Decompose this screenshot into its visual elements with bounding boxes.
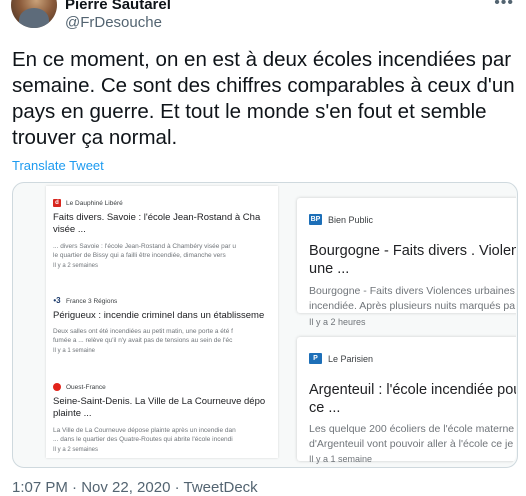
news-time: Il y a 1 semaine	[309, 454, 373, 464]
news-source: •3 France 3 Régions	[53, 297, 117, 305]
news-list-left: d Le Dauphiné Libéré Faits divers. Savoi…	[46, 186, 278, 458]
bien-public-icon: BP	[309, 214, 322, 225]
news-time: Il y a 1 semaine	[53, 348, 96, 354]
author-name[interactable]: Pierre Sautarel	[65, 0, 171, 13]
news-desc: ... divers Savoie : l'école Jean-Rostand…	[53, 243, 236, 250]
news-source: BP Bien Public	[309, 214, 373, 225]
le-parisien-icon: P	[309, 353, 322, 364]
news-card[interactable]: d Le Dauphiné Libéré Faits divers. Savoi…	[46, 186, 278, 276]
news-title[interactable]: Bourgogne - Faits divers . Violenc	[309, 242, 516, 260]
news-source-label: Ouest-France	[66, 383, 106, 391]
news-source: d Le Dauphiné Libéré	[53, 199, 123, 207]
news-desc-cont: ... dans le quartier des Quatre-Routes q…	[53, 436, 233, 443]
news-card-large[interactable]: P Le Parisien Argenteuil : l'école incen…	[297, 337, 516, 464]
news-time: Il y a 2 semaines	[53, 447, 99, 453]
news-desc-cont: fumée a ... relève qu'il n'y avait pas d…	[53, 337, 233, 344]
news-source-label: Le Dauphiné Libéré	[66, 199, 123, 207]
translate-tweet-link[interactable]: Translate Tweet	[12, 158, 104, 173]
ouest-france-icon	[53, 383, 61, 391]
dauphine-icon: d	[53, 199, 61, 207]
news-title-cont[interactable]: visée ...	[53, 224, 86, 236]
news-title[interactable]: Périgueux : incendie criminel dans un ét…	[53, 310, 264, 322]
news-desc-cont: d'Argenteuil vont pouvoir aller à l'écol…	[309, 438, 514, 450]
news-source: Ouest-France	[53, 383, 106, 391]
news-desc: Les quelque 200 écoliers de l'école mate…	[309, 423, 515, 435]
tweet-meta[interactable]: 1:07 PM · Nov 22, 2020 · TweetDeck	[12, 479, 258, 496]
news-source-label: Le Parisien	[328, 353, 374, 364]
tweet-text: En ce moment, on en est à deux écoles in…	[12, 48, 515, 149]
news-desc: Bourgogne - Faits divers Violences urbai…	[309, 285, 515, 297]
news-title[interactable]: Faits divers. Savoie : l'école Jean-Rost…	[53, 212, 260, 224]
news-desc: La Ville de La Courneuve dépose plainte …	[53, 427, 236, 434]
news-title-cont[interactable]: une ...	[309, 260, 349, 278]
news-card[interactable]: Ouest-France Seine-Saint-Denis. La Ville…	[46, 372, 278, 458]
avatar[interactable]	[11, 0, 57, 28]
news-time: Il y a 2 semaines	[53, 263, 99, 269]
news-title[interactable]: Seine-Saint-Denis. La Ville de La Courne…	[53, 396, 265, 408]
news-title-cont[interactable]: plainte ...	[53, 408, 92, 420]
news-source: P Le Parisien	[309, 353, 373, 364]
news-card-large[interactable]: BP Bien Public Bourgogne - Faits divers …	[297, 198, 516, 327]
more-options-icon[interactable]: •••	[494, 0, 514, 12]
author-handle[interactable]: @FrDesouche	[65, 14, 162, 31]
news-card[interactable]: •3 France 3 Régions Périgueux : incendie…	[46, 284, 278, 364]
news-desc-cont: le quartier de Bissy qui a failli être i…	[53, 252, 226, 259]
news-source-label: Bien Public	[328, 214, 374, 225]
news-title-cont[interactable]: ce ...	[309, 399, 340, 417]
news-time: Il y a 2 heures	[309, 317, 366, 327]
news-desc: Deux salles ont été incendiées au petit …	[53, 328, 233, 335]
news-source-label: France 3 Régions	[66, 297, 118, 305]
france3-icon: •3	[53, 296, 61, 305]
news-desc-cont: incendiée. Après plusieurs nuits marqués…	[309, 300, 516, 312]
news-title[interactable]: Argenteuil : l'école incendiée pour	[309, 381, 516, 399]
